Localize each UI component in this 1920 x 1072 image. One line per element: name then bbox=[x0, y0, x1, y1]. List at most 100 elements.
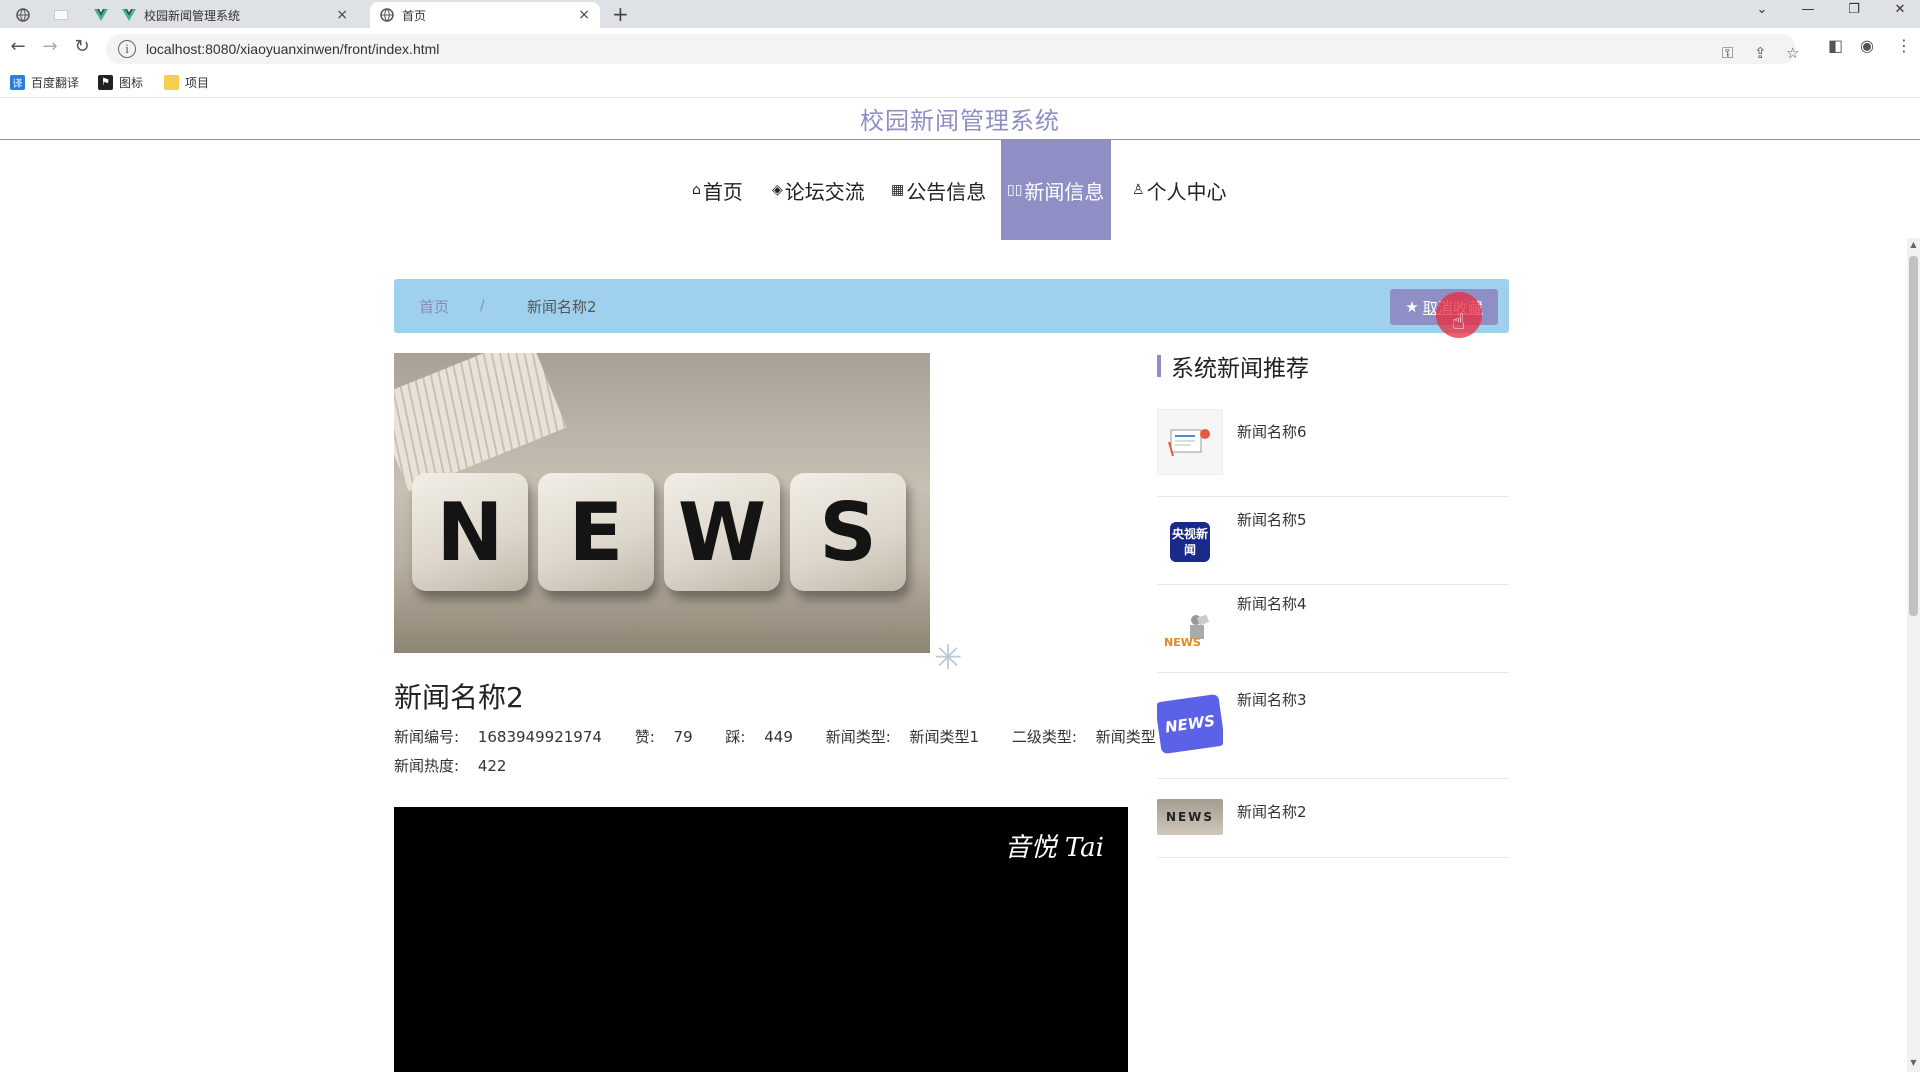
page-scrollbar[interactable]: ▲ ▼ bbox=[1907, 238, 1920, 1072]
news-thumbnail[interactable]: NEWS bbox=[1157, 597, 1223, 663]
meta-label: 二级类型: bbox=[1011, 728, 1077, 746]
bookmark-label: 图标 bbox=[119, 76, 144, 90]
tab-home[interactable]: 首页 × bbox=[370, 2, 600, 28]
meta-type: 新闻类型: 新闻类型1 bbox=[826, 728, 993, 746]
news-thumbnail[interactable]: NEWS bbox=[1157, 691, 1223, 757]
die-letter: N bbox=[412, 473, 528, 591]
menu-icon[interactable]: ⋮ bbox=[1896, 36, 1912, 55]
nav-label: 个人中心 bbox=[1146, 179, 1227, 204]
bookmark-translate[interactable]: 译 百度翻译 bbox=[10, 74, 79, 91]
nav-home[interactable]: ⌂ 首页 bbox=[692, 140, 743, 240]
loading-spinner-icon: ✳ bbox=[934, 638, 963, 678]
main-nav: ⌂ 首页 ◈ 论坛交流 ▦ 公告信息 ▯▯ 新闻信息 ♙ 个人中心 bbox=[0, 140, 1920, 240]
bookmark-icons[interactable]: ⚑ 图标 bbox=[98, 74, 143, 91]
layers-icon: ◈ bbox=[772, 182, 783, 198]
nav-label: 公告信息 bbox=[906, 179, 987, 204]
nav-forum[interactable]: ◈ 论坛交流 bbox=[772, 140, 865, 240]
die-letter: S bbox=[790, 473, 906, 591]
meta-label: 新闻编号: bbox=[394, 728, 460, 746]
news-dice-mini: NEWS bbox=[1165, 810, 1215, 824]
news-image: N E W S bbox=[394, 353, 930, 653]
article-title: 新闻名称2 bbox=[394, 681, 524, 714]
new-tab-button[interactable]: + bbox=[612, 2, 629, 26]
recommend-item-label[interactable]: 新闻名称6 bbox=[1237, 421, 1307, 442]
recommend-item[interactable]: 央视新闻 新闻名称5 bbox=[1157, 497, 1509, 585]
share-icon[interactable]: ⇪ bbox=[1754, 44, 1767, 62]
nav-label: 论坛交流 bbox=[784, 179, 865, 204]
folder-icon bbox=[164, 75, 179, 90]
back-icon[interactable]: ← bbox=[6, 36, 30, 57]
news-dice: N E W S bbox=[412, 473, 906, 591]
close-tab-icon[interactable]: × bbox=[578, 7, 590, 23]
key-icon[interactable]: ⚿ bbox=[1722, 44, 1733, 62]
translate-icon: 译 bbox=[10, 75, 25, 90]
video-watermark: 音悦 Tai bbox=[1004, 833, 1104, 863]
reload-icon[interactable]: ↻ bbox=[70, 36, 94, 57]
breadcrumb-home[interactable]: 首页 bbox=[419, 296, 449, 317]
bookmark-projects[interactable]: 项目 bbox=[164, 74, 209, 91]
vue-icon bbox=[122, 9, 136, 21]
recommend-item[interactable]: NEWS 新闻名称2 bbox=[1157, 779, 1509, 858]
meta-value: 1683949921974 bbox=[477, 728, 602, 746]
article-meta-line-2: 新闻热度: 422 bbox=[394, 755, 534, 776]
url-text[interactable]: localhost:8080/xiaoyuanxinwen/front/inde… bbox=[146, 41, 439, 57]
breadcrumb-separator: / bbox=[480, 298, 485, 314]
news-icon: ▯▯ bbox=[1007, 182, 1023, 198]
browser-tab-strip: 校园新闻管理系统 × 首页 × + ⌄ — ❐ ✕ bbox=[0, 0, 1920, 28]
breadcrumb-current: 新闻名称2 bbox=[527, 297, 597, 316]
restore-icon[interactable]: ❐ bbox=[1834, 2, 1874, 17]
scroll-thumb[interactable] bbox=[1909, 256, 1918, 616]
recommend-item-label[interactable]: 新闻名称3 bbox=[1237, 689, 1307, 710]
tab-title: 校园新闻管理系统 bbox=[144, 8, 241, 23]
hand-cursor-icon: ☝ bbox=[1452, 310, 1466, 335]
recommend-item-label[interactable]: 新闻名称5 bbox=[1237, 509, 1307, 530]
recommendation-sidebar: 系统新闻推荐 新闻名称6 央视新闻 新闻名称5 NEWS 新闻名称4 NEWS … bbox=[1157, 349, 1509, 858]
scroll-up-icon[interactable]: ▲ bbox=[1907, 240, 1920, 249]
meta-dislikes: 踩: 449 bbox=[725, 728, 806, 746]
address-bar[interactable]: i localhost:8080/xiaoyuanxinwen/front/in… bbox=[106, 34, 1799, 64]
news-thumbnail[interactable] bbox=[1157, 409, 1223, 475]
meta-label: 赞: bbox=[634, 728, 655, 746]
meta-id: 新闻编号: 1683949921974 bbox=[394, 728, 616, 746]
bookmark-star-icon[interactable]: ☆ bbox=[1786, 44, 1799, 62]
flag-icon: ⚑ bbox=[98, 75, 113, 90]
news-thumb-text: NEWS bbox=[1164, 636, 1201, 649]
meta-likes: 赞: 79 bbox=[635, 728, 707, 746]
meta-label: 新闻热度: bbox=[394, 757, 460, 775]
recommend-item[interactable]: NEWS 新闻名称4 bbox=[1157, 585, 1509, 673]
nav-profile[interactable]: ♙ 个人中心 bbox=[1132, 140, 1227, 240]
calendar-icon: ▦ bbox=[891, 182, 905, 198]
scroll-down-icon[interactable]: ▼ bbox=[1907, 1058, 1920, 1067]
newspaper-icon bbox=[1168, 429, 1210, 457]
bookmark-label: 百度翻译 bbox=[31, 76, 80, 90]
recommend-item-label[interactable]: 新闻名称4 bbox=[1237, 593, 1307, 614]
bookmark-label: 项目 bbox=[185, 76, 210, 90]
news-thumbnail[interactable]: NEWS bbox=[1157, 799, 1223, 835]
nav-label: 新闻信息 bbox=[1024, 179, 1105, 204]
meta-value: 449 bbox=[764, 728, 793, 746]
tab-admin-system[interactable]: 校园新闻管理系统 × bbox=[112, 2, 358, 28]
profile-icon[interactable]: ◉ bbox=[1860, 36, 1874, 55]
meta-value: 新闻类型1 bbox=[909, 728, 980, 746]
blank-page-icon[interactable] bbox=[46, 4, 76, 26]
recommend-item-label[interactable]: 新闻名称2 bbox=[1237, 801, 1307, 822]
title-accent-bar bbox=[1157, 355, 1161, 377]
globe-icon[interactable] bbox=[8, 4, 38, 26]
nav-news[interactable]: ▯▯ 新闻信息 bbox=[1001, 140, 1111, 240]
video-player[interactable]: 音悦 Tai bbox=[394, 807, 1128, 1072]
browser-toolbar: ← → ↻ i localhost:8080/xiaoyuanxinwen/fr… bbox=[0, 28, 1920, 68]
minimize-icon[interactable]: — bbox=[1788, 2, 1828, 17]
sidebar-title: 系统新闻推荐 bbox=[1157, 349, 1509, 383]
close-tab-icon[interactable]: × bbox=[336, 7, 348, 23]
news-thumbnail[interactable]: 央视新闻 bbox=[1157, 509, 1223, 575]
recommend-item[interactable]: NEWS 新闻名称3 bbox=[1157, 673, 1509, 779]
nav-notice[interactable]: ▦ 公告信息 bbox=[891, 140, 986, 240]
meta-value: 79 bbox=[673, 728, 693, 746]
site-info-icon[interactable]: i bbox=[118, 40, 136, 58]
side-panel-icon[interactable]: ◧ bbox=[1828, 36, 1843, 55]
news-figure-icon: NEWS bbox=[1164, 614, 1210, 649]
forward-icon[interactable]: → bbox=[38, 36, 62, 57]
recommend-item[interactable]: 新闻名称6 bbox=[1157, 409, 1509, 497]
close-window-icon[interactable]: ✕ bbox=[1880, 2, 1920, 17]
tab-search-icon[interactable]: ⌄ bbox=[1742, 2, 1782, 17]
